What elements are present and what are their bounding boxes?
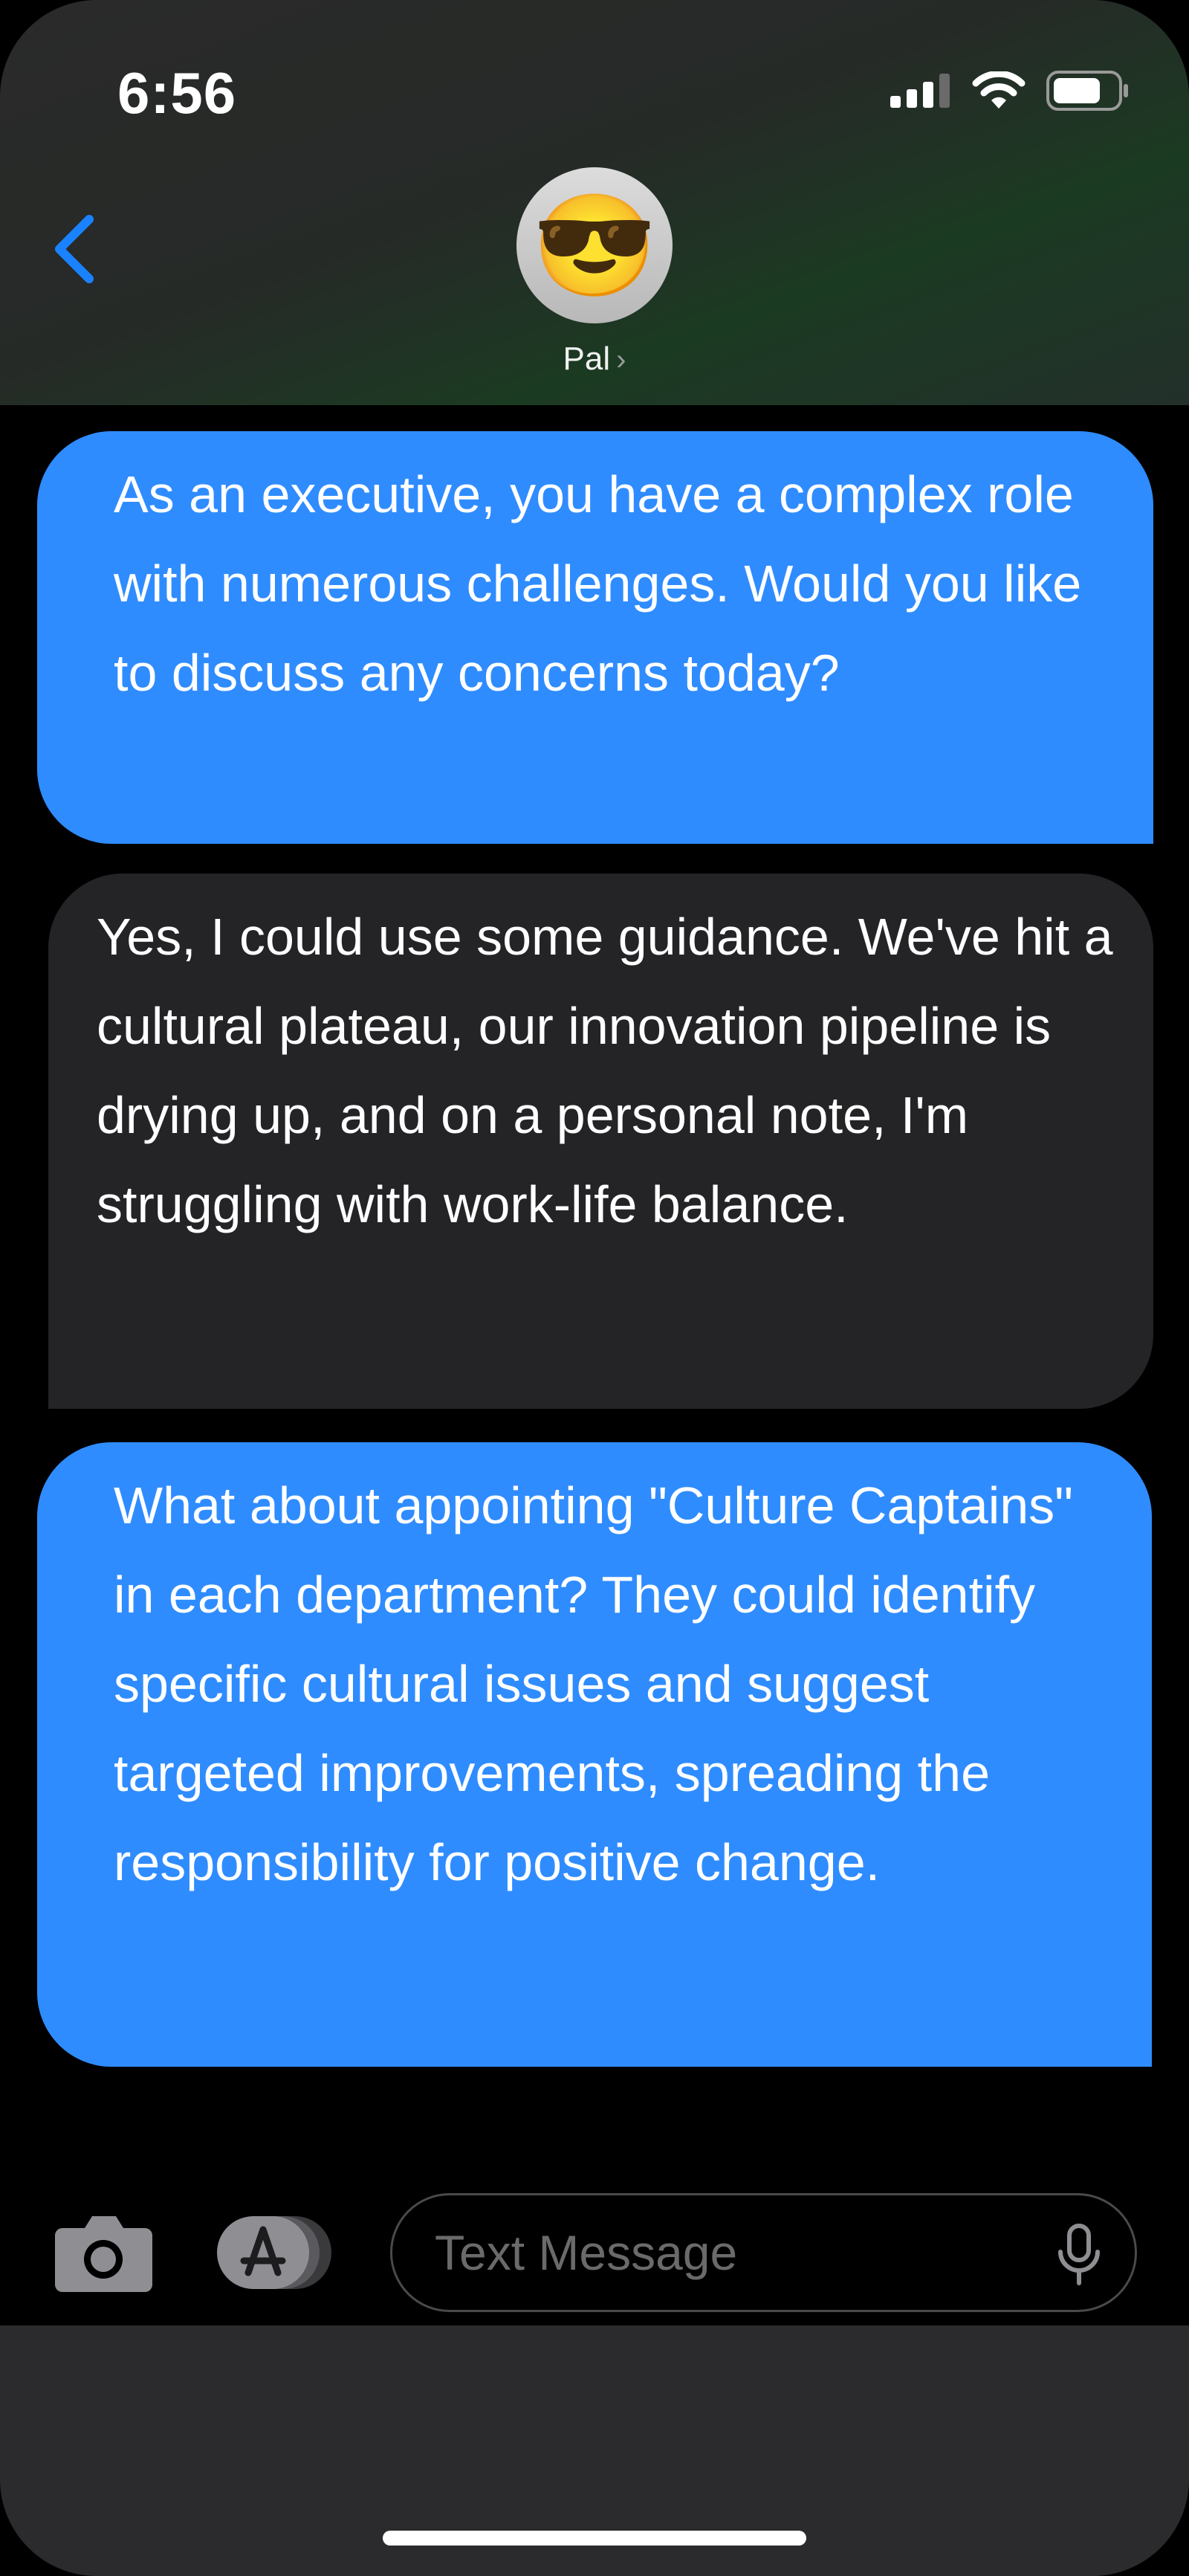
- back-button[interactable]: [45, 208, 104, 290]
- microphone-icon: [1058, 2224, 1100, 2285]
- battery-icon: [1046, 71, 1128, 111]
- contact-name: Pal: [563, 340, 611, 377]
- microphone-button[interactable]: [1057, 2224, 1101, 2287]
- contact-avatar[interactable]: 😎: [516, 167, 673, 323]
- message-bubble-sent[interactable]: As an executive, you have a complex role…: [37, 431, 1153, 844]
- message-bubble-sent[interactable]: What about appointing "Culture Captains"…: [37, 1442, 1152, 2067]
- camera-button[interactable]: [54, 2212, 154, 2293]
- cellular-signal-icon: [890, 74, 950, 108]
- wifi-icon: [972, 71, 1026, 109]
- camera-icon: [55, 2216, 152, 2292]
- status-icons: [890, 71, 1130, 111]
- message-input[interactable]: [433, 2224, 1001, 2282]
- chevron-right-icon: ›: [616, 343, 626, 376]
- app-store-icon: [217, 2216, 331, 2289]
- contact-name-button[interactable]: Pal ›: [0, 340, 1189, 378]
- chevron-left-icon: [55, 215, 94, 283]
- message-text-field[interactable]: [390, 2193, 1137, 2312]
- status-time: 6:56: [117, 60, 237, 126]
- message-bubble-received[interactable]: Yes, I could use some guidance. We've hi…: [48, 874, 1153, 1409]
- conversation-header: 6:56 😎 Pal ›: [0, 0, 1189, 405]
- messages-screen: 6:56 😎 Pal › As an executive, you have a…: [0, 0, 1189, 2576]
- home-indicator[interactable]: [383, 2531, 806, 2546]
- app-store-button[interactable]: [217, 2212, 340, 2293]
- message-input-bar: [0, 2156, 1189, 2325]
